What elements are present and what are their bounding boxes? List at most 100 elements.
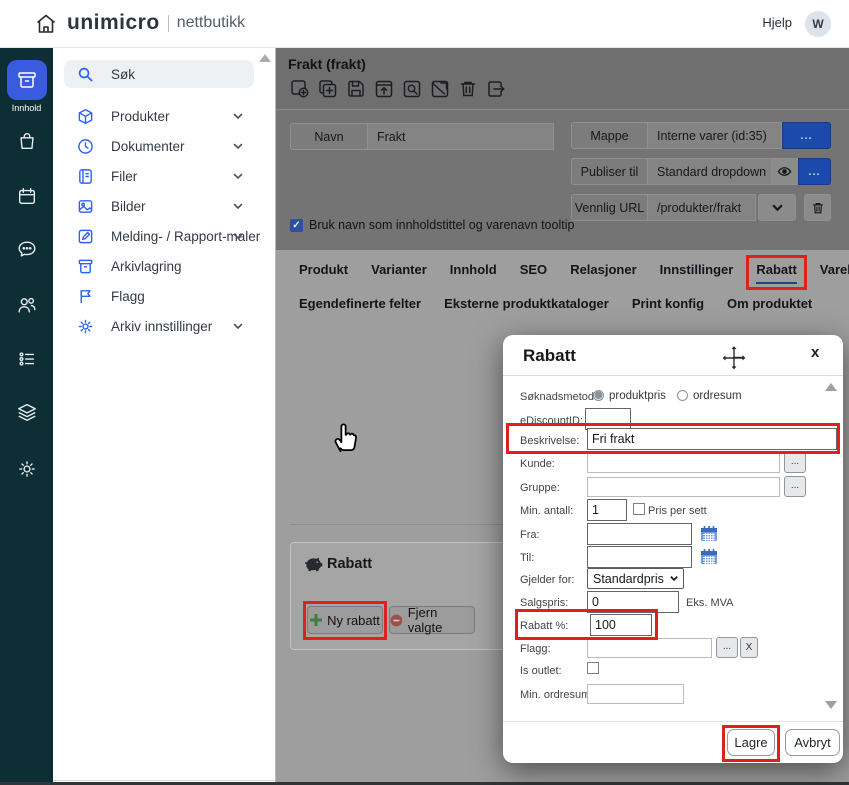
use-name-checkbox[interactable]: ✓ bbox=[290, 219, 303, 232]
sidebar-item-melding-rapport-maler[interactable]: Melding- / Rapport-maler bbox=[64, 223, 264, 249]
sidebar-item-bilder[interactable]: Bilder bbox=[64, 193, 264, 219]
save-icon[interactable] bbox=[345, 78, 367, 100]
logo-nettbutikk: nettbutikk bbox=[177, 14, 245, 32]
rabatt-modal: Rabatt x Søknadsmetode: produktpris ordr… bbox=[503, 335, 843, 763]
sidebar-item-label: Filer bbox=[111, 169, 137, 184]
tab-print-konfig[interactable]: Print konfig bbox=[632, 296, 704, 311]
radio-ordresum-label[interactable]: ordresum bbox=[693, 390, 742, 402]
radio-produktpris[interactable] bbox=[593, 390, 604, 401]
navn-input[interactable]: Frakt bbox=[368, 123, 554, 150]
tab-eksterne-produktkataloger[interactable]: Eksterne produktkataloger bbox=[444, 296, 609, 311]
rail-item-innhold[interactable] bbox=[7, 60, 47, 100]
mappe-value[interactable]: Interne varer (id:35) bbox=[648, 122, 782, 149]
modal-scroll-down[interactable] bbox=[825, 701, 837, 709]
shopping-bag-icon[interactable] bbox=[16, 130, 38, 152]
sidebar-item-arkivlagring[interactable]: Arkivlagring bbox=[64, 253, 264, 279]
flagg-input[interactable] bbox=[587, 638, 712, 658]
archive-icon bbox=[77, 258, 94, 275]
salgspris-input[interactable] bbox=[587, 591, 679, 613]
calendar-icon[interactable] bbox=[16, 185, 38, 207]
content-sidebar: Søk Produkter Dokumenter Filer Bilder Me… bbox=[53, 48, 275, 781]
tab-seo[interactable]: SEO bbox=[520, 262, 547, 277]
sidebar-item-flagg[interactable]: Flagg bbox=[64, 283, 264, 309]
pris-per-sett-checkbox[interactable] bbox=[633, 503, 645, 515]
clock-icon bbox=[77, 138, 94, 155]
cancel-button[interactable]: Avbryt bbox=[785, 729, 840, 756]
is-outlet-checkbox[interactable] bbox=[587, 662, 599, 674]
cancel-button-label: Avbryt bbox=[794, 735, 831, 750]
vennlig-url-value[interactable]: /produkter/frakt bbox=[648, 194, 756, 221]
gruppe-lookup-button[interactable]: ... bbox=[784, 476, 806, 497]
pris-per-sett-label: Pris per sett bbox=[648, 505, 707, 517]
users-icon[interactable] bbox=[16, 294, 38, 316]
preview-eye-button[interactable] bbox=[772, 158, 798, 185]
beskrivelse-input[interactable] bbox=[587, 428, 837, 450]
tab-innhold[interactable]: Innhold bbox=[450, 262, 497, 277]
sidebar-item-filer[interactable]: Filer bbox=[64, 163, 264, 189]
kunde-label: Kunde: bbox=[520, 458, 555, 470]
fjern-valgte-button[interactable]: Fjern valgte bbox=[389, 606, 475, 634]
export-icon[interactable] bbox=[485, 78, 507, 100]
url-delete-button[interactable] bbox=[804, 194, 831, 221]
save-button[interactable]: Lagre bbox=[727, 729, 775, 756]
radio-ordresum[interactable] bbox=[677, 390, 688, 401]
til-input[interactable] bbox=[587, 546, 692, 568]
close-icon[interactable]: x bbox=[811, 344, 819, 361]
tab-innstillinger[interactable]: Innstillinger bbox=[660, 262, 734, 277]
gear-icon[interactable] bbox=[16, 458, 38, 480]
min-antall-input[interactable] bbox=[587, 499, 627, 521]
url-dropdown-button[interactable] bbox=[758, 194, 796, 221]
publiser-til-label: Publiser til bbox=[571, 158, 648, 185]
duplicate-icon[interactable] bbox=[317, 78, 339, 100]
kunde-lookup-button[interactable]: ... bbox=[784, 452, 806, 473]
min-ordresum-input[interactable] bbox=[587, 684, 684, 704]
tab-varianter[interactable]: Varianter bbox=[371, 262, 427, 277]
flagg-lookup-button[interactable]: ... bbox=[716, 637, 738, 658]
tab-egendefinerte-felter[interactable]: Egendefinerte felter bbox=[299, 296, 421, 311]
sidebar-item-arkiv-innstillinger[interactable]: Arkiv innstillinger bbox=[64, 313, 264, 339]
calendar-picker-icon[interactable] bbox=[700, 548, 718, 565]
ediscountid-input[interactable] bbox=[585, 408, 631, 430]
publiser-more-button[interactable]: ... bbox=[798, 158, 831, 185]
trash-icon[interactable] bbox=[457, 78, 479, 100]
gjelder-for-value: Standardpris bbox=[593, 572, 664, 586]
gruppe-input[interactable] bbox=[587, 477, 780, 497]
modal-scroll-up[interactable] bbox=[825, 383, 837, 391]
archive-box-icon bbox=[15, 68, 39, 92]
publiser-til-value[interactable]: Standard dropdown bbox=[648, 158, 772, 185]
mappe-label: Mappe bbox=[571, 122, 648, 149]
unpublish-icon[interactable] bbox=[429, 78, 451, 100]
layers-icon[interactable] bbox=[16, 401, 38, 423]
kunde-input[interactable] bbox=[587, 453, 780, 473]
chat-icon[interactable] bbox=[16, 238, 38, 260]
flagg-clear-button[interactable]: X bbox=[740, 637, 758, 658]
pencil-square-icon bbox=[77, 228, 94, 245]
fra-input[interactable] bbox=[587, 523, 692, 545]
sidebar-item-dokumenter[interactable]: Dokumenter bbox=[64, 133, 264, 159]
publish-icon[interactable] bbox=[373, 78, 395, 100]
tab-produkt[interactable]: Produkt bbox=[299, 262, 348, 277]
preview-icon[interactable] bbox=[401, 78, 423, 100]
rabatt-prosent-input[interactable] bbox=[590, 614, 652, 636]
min-ordresum-label: Min. ordresum: bbox=[520, 689, 593, 701]
sidebar-scroll-up[interactable] bbox=[259, 54, 271, 62]
ny-rabatt-button[interactable]: Ny rabatt bbox=[307, 606, 383, 634]
radio-produktpris-label[interactable]: produktpris bbox=[609, 390, 666, 402]
home-icon[interactable] bbox=[34, 12, 58, 36]
list-icon[interactable] bbox=[16, 348, 38, 370]
gjelder-for-select[interactable]: Standardpris bbox=[587, 568, 684, 589]
vennlig-url-label: Vennlig URL bbox=[571, 194, 648, 221]
tab-om-produktet[interactable]: Om produktet bbox=[727, 296, 812, 311]
avatar[interactable]: W bbox=[805, 11, 831, 37]
calendar-picker-icon[interactable] bbox=[700, 525, 718, 542]
tab-relasjoner[interactable]: Relasjoner bbox=[570, 262, 636, 277]
tab-rabatt-active[interactable]: Rabatt bbox=[756, 262, 796, 277]
help-link[interactable]: Hjelp bbox=[762, 15, 792, 30]
tab-varelager[interactable]: Varelager bbox=[820, 262, 849, 277]
sidebar-item-produkter[interactable]: Produkter bbox=[64, 103, 264, 129]
new-item-icon[interactable] bbox=[289, 78, 311, 100]
piggy-bank-icon bbox=[303, 555, 324, 573]
mappe-more-button[interactable]: ... bbox=[782, 122, 831, 149]
content-header-strip: Frakt (frakt) bbox=[276, 48, 849, 110]
sidebar-search[interactable]: Søk bbox=[64, 60, 254, 88]
